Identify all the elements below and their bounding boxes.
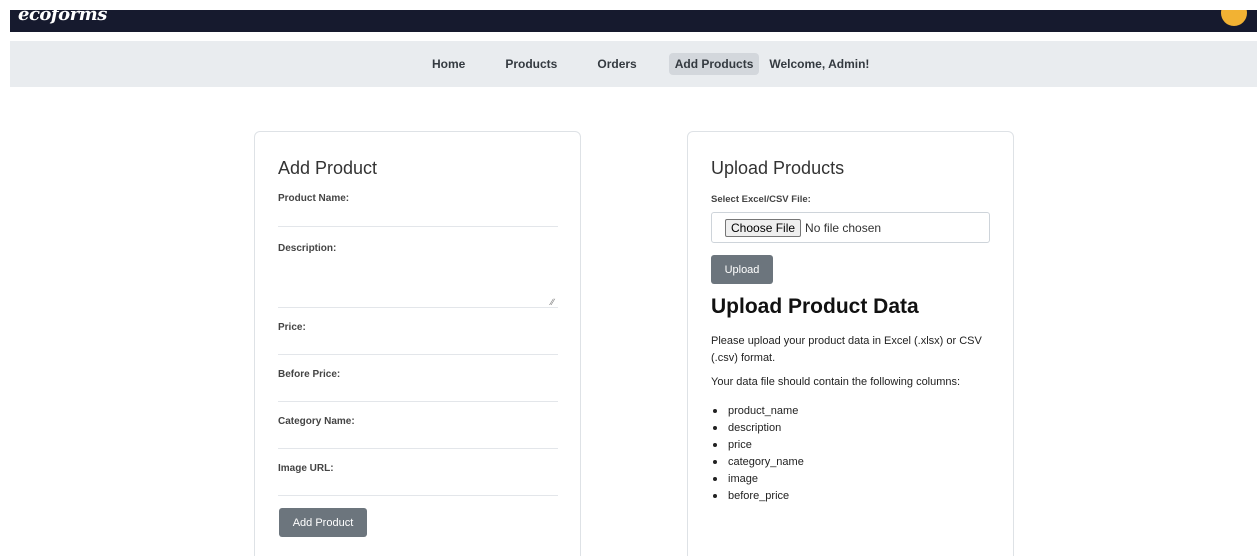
add-product-button[interactable]: Add Product (279, 508, 367, 537)
brand-logo[interactable]: ecoforms (18, 10, 107, 25)
product-name-input[interactable] (278, 208, 558, 227)
resize-handle-icon[interactable]: ∕∕ (551, 298, 554, 307)
list-item: category_name (711, 454, 804, 471)
before-price-label: Before Price: (278, 369, 341, 380)
file-status-text: No file chosen (805, 220, 882, 235)
upload-products-card: Upload Products Select Excel/CSV File: C… (687, 131, 1014, 556)
add-product-title: Add Product (278, 158, 378, 178)
product-name-label: Product Name: (278, 193, 350, 204)
upload-data-heading: Upload Product Data (711, 295, 919, 318)
nav-add-products-link[interactable]: Add Products (668, 53, 760, 75)
list-item: image (711, 471, 804, 488)
choose-file-button[interactable]: Choose File (725, 218, 802, 237)
nav-home-link[interactable]: Home (426, 53, 471, 75)
before-price-input[interactable] (278, 383, 558, 402)
list-item: product_name (711, 403, 804, 420)
category-name-label: Category Name: (278, 416, 355, 427)
price-input[interactable] (278, 336, 558, 355)
nav-orders-link[interactable]: Orders (591, 53, 642, 75)
description-textarea[interactable] (278, 264, 558, 308)
format-instructions: Please upload your product data in Excel… (711, 335, 982, 364)
columns-instructions: Your data file should contain the follow… (711, 376, 961, 388)
list-item: description (711, 420, 804, 437)
upload-button[interactable]: Upload (711, 255, 773, 284)
top-header-bar: ecoforms (10, 10, 1257, 32)
category-name-input[interactable] (278, 430, 558, 449)
welcome-text: Welcome, Admin! (769, 57, 870, 71)
list-item: before_price (711, 488, 804, 505)
file-input[interactable]: Choose File No file chosen (711, 212, 990, 243)
list-item: price (711, 437, 804, 454)
main-navbar: Home Products Orders Add Products Welcom… (10, 41, 1257, 87)
image-url-label: Image URL: (278, 463, 334, 474)
file-select-label: Select Excel/CSV File: (711, 194, 811, 205)
add-product-card: Add Product Product Name: Description: ∕… (254, 131, 581, 556)
image-url-input[interactable] (278, 477, 558, 496)
upload-products-title: Upload Products (711, 158, 845, 178)
price-label: Price: (278, 322, 306, 333)
user-avatar[interactable] (1221, 10, 1247, 26)
nav-items: Home Products Orders Add Products Welcom… (426, 52, 875, 76)
columns-list: product_name description price category_… (711, 403, 804, 505)
nav-products-link[interactable]: Products (499, 53, 563, 75)
description-label: Description: (278, 243, 337, 254)
